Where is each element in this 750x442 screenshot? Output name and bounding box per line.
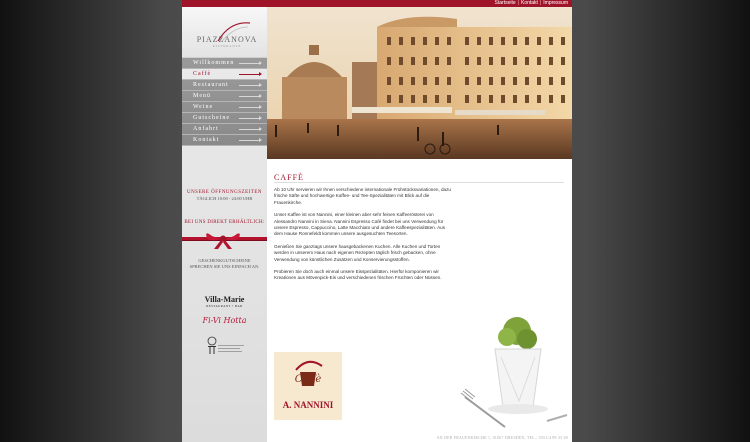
site-container: Startseite | Kontakt | Impressum PIAZZANOVA … — [182, 0, 572, 442]
nav-item-willkommen[interactable]: Willkommen — [182, 58, 267, 69]
arrow-right-icon — [239, 116, 262, 120]
sidebar: PIAZZANOVA RISTORANTE Willkommen Caffè R… — [182, 7, 267, 442]
partner-logo-icon[interactable] — [200, 335, 250, 357]
gift-title: Bei uns direkt erhältlich: — [184, 220, 265, 225]
arrow-right-icon — [239, 61, 262, 65]
gift-text-line2: sprechen Sie uns einfach an. — [189, 264, 260, 269]
paragraph-2: Unser Kaffee ist von Nannini, einer klei… — [274, 212, 446, 237]
paragraph-4: Probieren Sie doch auch einmal unsere Ei… — [274, 269, 442, 281]
nav-item-weine[interactable]: Weine — [182, 102, 267, 113]
napkin-fork-photo-icon — [460, 317, 568, 428]
arrow-right-icon — [239, 138, 262, 142]
villa-marie-name: Villa-Marie — [204, 295, 245, 304]
gift-voucher-box[interactable]: Bei uns direkt erhältlich: Geschenkgutsc… — [182, 220, 267, 270]
nav-item-anfahrt[interactable]: Anfahrt — [182, 124, 267, 135]
arrow-right-icon — [239, 83, 262, 87]
villa-marie-sub: RESTAURANT • BAR — [206, 304, 243, 308]
nav-item-kontakt[interactable]: Kontakt — [182, 135, 267, 146]
villa-marie-logo[interactable]: Villa-Marie RESTAURANT • BAR — [182, 295, 267, 308]
brand-tagline: RISTORANTE — [212, 44, 242, 48]
arrow-right-icon — [239, 72, 262, 76]
arrow-right-icon — [239, 94, 262, 98]
nannini-caffe: Caffè — [294, 374, 322, 385]
nannini-name: A. NANNINI — [282, 400, 334, 410]
nav-item-menu[interactable]: Menü — [182, 91, 267, 102]
link-startseite[interactable]: Startseite — [495, 0, 516, 6]
ribbon-bow-icon — [182, 233, 267, 249]
nav-label: Caffè — [193, 71, 212, 77]
top-bar: Startseite | Kontakt | Impressum — [182, 0, 572, 7]
brand-name: PIAZZANOVA — [196, 35, 258, 44]
nav-label: Gutscheine — [193, 115, 230, 121]
dresden-square-photo-icon — [267, 7, 572, 159]
partner-logos: Villa-Marie RESTAURANT • BAR Fi-Vi Hotta — [182, 295, 267, 361]
nav-item-gutscheine[interactable]: Gutscheine — [182, 113, 267, 124]
nav-item-caffe[interactable]: Caffè — [182, 69, 267, 80]
arrow-right-icon — [239, 127, 262, 131]
opening-hours-title: Unsere Öffnungszeiten — [186, 190, 263, 195]
logo[interactable]: PIAZZANOVA RISTORANTE — [182, 7, 267, 58]
footer-address: An der Frauenkirche 1, 01067 Dresden, Te… — [436, 436, 568, 440]
nav-label: Menü — [193, 93, 211, 99]
main-nav: Willkommen Caffè Restaurant Menü Weine G… — [182, 58, 267, 146]
link-impressum[interactable]: Impressum — [543, 0, 568, 6]
nav-label: Restaurant — [193, 82, 229, 88]
nav-label: Kontakt — [193, 137, 220, 143]
nav-item-restaurant[interactable]: Restaurant — [182, 80, 267, 91]
paragraph-3: Genießen Sie ganztags unsere hausgebacke… — [274, 243, 441, 262]
nannini-logo: Caffè A. NANNINI — [274, 352, 342, 420]
nav-label: Willkommen — [193, 60, 235, 66]
hero-image — [267, 7, 572, 159]
nav-label: Weine — [193, 104, 214, 110]
nav-label: Anfahrt — [193, 126, 219, 132]
paragraph-1: Ab 10 Uhr servieren wir Ihnen verschiede… — [274, 187, 451, 205]
link-kontakt[interactable]: Kontakt — [521, 0, 538, 6]
top-links: Startseite | Kontakt | Impressum — [494, 0, 568, 6]
title-divider — [274, 182, 564, 183]
body-text: Ab 10 Uhr servieren wir Ihnen verschiede… — [274, 187, 454, 288]
arrow-right-icon — [239, 105, 262, 109]
page-title: Caffè — [274, 173, 304, 182]
opening-hours-value: Täglich 10:00 - 24:00 Uhr — [196, 196, 253, 201]
opening-hours: Unsere Öffnungszeiten Täglich 10:00 - 24… — [182, 190, 267, 201]
fivi-logo[interactable]: Fi-Vi Hotta — [182, 316, 267, 325]
main-content: Caffè Ab 10 Uhr servieren wir Ihnen vers… — [267, 159, 572, 442]
gift-text-line1: Geschenkgutscheine — [198, 258, 251, 263]
